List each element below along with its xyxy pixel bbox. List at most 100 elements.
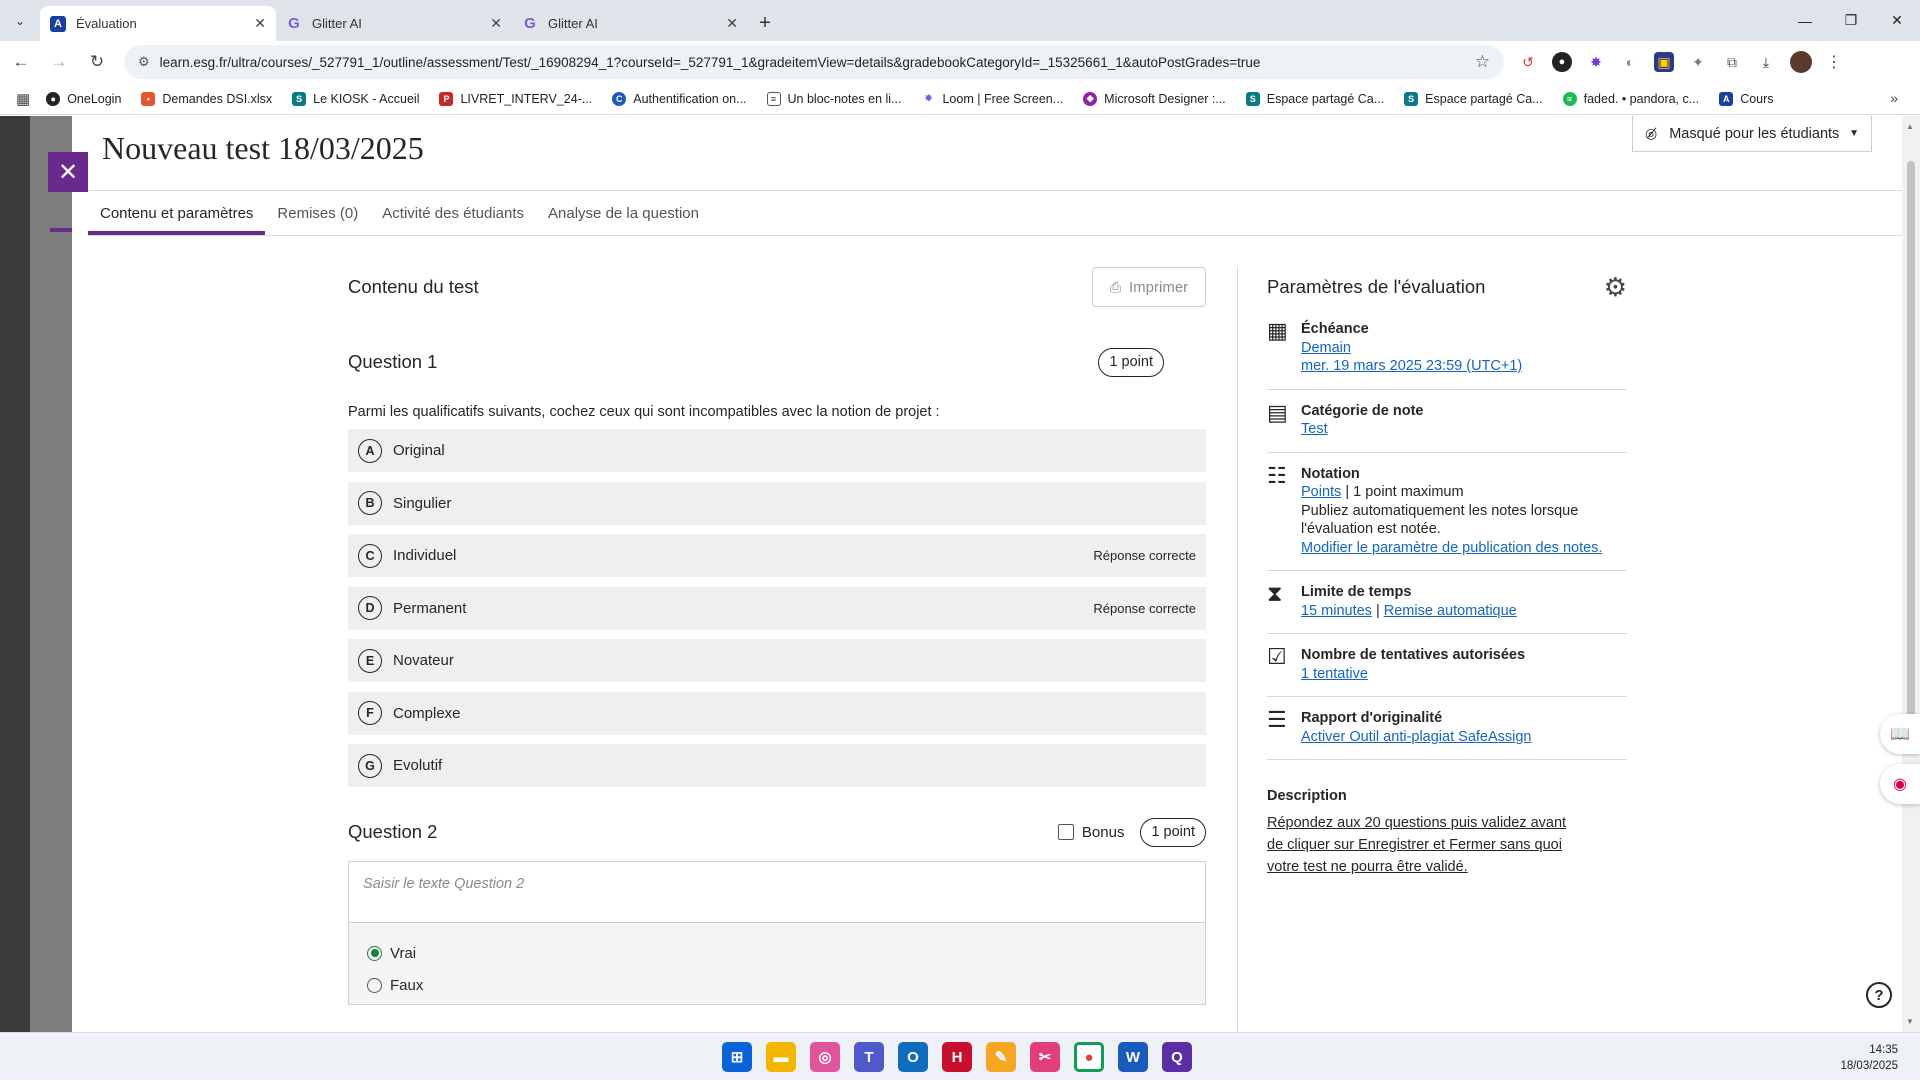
teams-icon[interactable]: T <box>854 1042 884 1072</box>
bookmark-item[interactable]: ✸ Loom | Free Screen... <box>921 91 1063 106</box>
extension-icon[interactable]: ✸ <box>1586 52 1606 72</box>
post-grades-link[interactable]: Modifier le paramètre de publication des… <box>1301 540 1602 556</box>
question-1-text[interactable]: Parmi les qualificatifs suivants, cochez… <box>348 404 1206 420</box>
bookmark-item[interactable]: ◆ Microsoft Designer :... <box>1083 91 1226 106</box>
restore-icon[interactable]: ❐ <box>1828 0 1874 41</box>
quickassist-icon[interactable]: Q <box>1162 1042 1192 1072</box>
h-app-icon[interactable]: H <box>942 1042 972 1072</box>
due-relative-link[interactable]: Demain <box>1301 340 1351 356</box>
file-explorer-icon[interactable]: ▬ <box>766 1042 796 1072</box>
visibility-dropdown[interactable]: ◎̸ Masqué pour les étudiants ▼ <box>1632 116 1872 152</box>
outlook-icon[interactable]: O <box>898 1042 928 1072</box>
bookmark-item[interactable]: S Le KIOSK - Accueil <box>292 91 419 106</box>
chrome-icon[interactable]: ● <box>1074 1042 1104 1072</box>
bookmark-item[interactable]: S Espace partagé Ca... <box>1404 91 1543 106</box>
reload-icon[interactable]: ↻ <box>80 45 114 79</box>
tab-submissions[interactable]: Remises (0) <box>265 191 370 235</box>
question-2-points[interactable]: 1 point <box>1140 817 1206 847</box>
download-icon[interactable]: ⤓ <box>1756 52 1776 72</box>
glitter-favicon-icon: G <box>288 15 300 32</box>
description-text[interactable]: Répondez aux 20 questions puis validez a… <box>1267 812 1567 878</box>
tab-search-icon[interactable]: ⌄ <box>0 0 40 41</box>
bookmark-item[interactable]: ● OneLogin <box>46 91 121 106</box>
bookmark-item[interactable]: P LIVRET_INTERV_24-... <box>439 91 592 106</box>
attempts-link[interactable]: 1 tentative <box>1301 666 1368 682</box>
page-scrollbar[interactable]: ▲ ▼ <box>1902 116 1920 1032</box>
answer-option[interactable]: A Original <box>348 429 1206 472</box>
option-false[interactable]: Faux <box>367 969 1187 1001</box>
minimize-icon[interactable]: — <box>1782 0 1828 41</box>
answer-option[interactable]: G Evolutif <box>348 744 1206 787</box>
print-button[interactable]: ⎙ Imprimer <box>1092 267 1206 307</box>
browser-menu-icon[interactable]: ⋮ <box>1826 52 1842 72</box>
due-date-link[interactable]: mer. 19 mars 2025 23:59 (UTC+1) <box>1301 358 1522 374</box>
browser-tab-evaluation[interactable]: A Évaluation ✕ <box>40 6 276 41</box>
extensions-puzzle-icon[interactable]: ⧉ <box>1722 52 1742 72</box>
radio-unselected[interactable] <box>367 977 382 993</box>
bookmark-item[interactable]: S Espace partagé Ca... <box>1245 91 1384 106</box>
extension-icon[interactable]: ↺ <box>1518 52 1538 72</box>
document-icon: ▤ <box>1267 399 1288 425</box>
question-2-text-input[interactable]: Saisir le texte Question 2 <box>348 861 1206 923</box>
help-icon[interactable]: ? <box>1866 982 1892 1008</box>
answer-option[interactable]: B Singulier <box>348 481 1206 525</box>
close-panel-button[interactable]: ✕ <box>48 152 88 192</box>
forward-icon[interactable]: → <box>42 45 76 79</box>
question-1-points[interactable]: 1 point <box>1098 347 1164 377</box>
bookmark-item[interactable]: ▪ Demandes DSI.xlsx <box>141 91 272 106</box>
answer-option[interactable]: D Permanent Réponse correcte <box>348 586 1206 630</box>
tab-question-analysis[interactable]: Analyse de la question <box>536 191 711 235</box>
profile-avatar[interactable] <box>1790 51 1812 73</box>
auto-submit-link[interactable]: Remise automatique <box>1384 603 1517 619</box>
points-link[interactable]: Points <box>1301 484 1341 500</box>
gear-icon[interactable]: ⚙ <box>1604 272 1627 303</box>
close-tab-icon[interactable]: ✕ <box>254 15 266 32</box>
system-clock[interactable]: 14:35 18/03/2025 <box>1840 1042 1898 1074</box>
reader-book-icon[interactable]: 📖 <box>1880 714 1920 754</box>
close-tab-icon[interactable]: ✕ <box>726 15 738 32</box>
category-link[interactable]: Test <box>1301 421 1328 437</box>
radio-selected[interactable] <box>367 945 382 961</box>
scroll-down-icon[interactable]: ▼ <box>1906 1017 1914 1026</box>
site-info-icon[interactable]: ⚙ <box>138 54 150 70</box>
scroll-up-icon[interactable]: ▲ <box>1906 122 1914 131</box>
setting-grade-category: ▤ Catégorie de note Test <box>1267 390 1627 453</box>
apps-grid-icon[interactable]: ▦ <box>16 90 30 108</box>
scroll-thumb[interactable] <box>1907 161 1915 721</box>
safeassign-link[interactable]: Activer Outil anti-plagiat SafeAssign <box>1301 729 1532 745</box>
bookmark-item[interactable]: A Cours <box>1719 91 1774 106</box>
extension-icon[interactable]: ▣ <box>1654 52 1674 72</box>
url-text[interactable]: learn.esg.fr/ultra/courses/_527791_1/out… <box>160 55 1475 70</box>
snipping-tool-icon[interactable]: ✂ <box>1030 1042 1060 1072</box>
answer-option[interactable]: F Complexe <box>348 691 1206 735</box>
setting-grading: ☷ Notation Points | 1 point maximum Publ… <box>1267 453 1627 571</box>
bookmark-item[interactable]: ≡ Un bloc-notes en li... <box>766 91 901 106</box>
windows-start-icon[interactable]: ⊞ <box>722 1042 752 1072</box>
accessibility-palette-icon[interactable]: ◉ <box>1880 764 1920 804</box>
extension-icon[interactable]: ● <box>1552 52 1572 72</box>
grading-text: Publiez automatiquement les notes lorsqu… <box>1301 502 1579 538</box>
option-true[interactable]: Vrai <box>367 937 1187 969</box>
url-bar[interactable]: ⚙ learn.esg.fr/ultra/courses/_527791_1/o… <box>124 45 1504 79</box>
extension-icon[interactable]: ◐ <box>1620 52 1640 72</box>
back-icon[interactable]: ← <box>4 45 38 79</box>
tab-content-settings[interactable]: Contenu et paramètres <box>88 191 266 235</box>
word-icon[interactable]: W <box>1118 1042 1148 1072</box>
more-bookmarks-icon[interactable]: » <box>1890 90 1898 106</box>
bonus-checkbox[interactable] <box>1057 824 1074 840</box>
pen-app-icon[interactable]: ✎ <box>986 1042 1016 1072</box>
close-tab-icon[interactable]: ✕ <box>490 15 502 32</box>
new-tab-button[interactable]: + <box>748 6 782 41</box>
bookmark-item[interactable]: ≈ faded. • pandora, c... <box>1562 91 1699 106</box>
photos-icon[interactable]: ◎ <box>810 1042 840 1072</box>
browser-tab-glitter-2[interactable]: G Glitter AI ✕ <box>512 6 748 41</box>
answer-option[interactable]: E Novateur <box>348 639 1206 682</box>
close-window-icon[interactable]: ✕ <box>1874 0 1920 41</box>
bookmark-star-icon[interactable]: ☆ <box>1475 52 1490 72</box>
answer-option[interactable]: C Individuel Réponse correcte <box>348 534 1206 577</box>
time-limit-link[interactable]: 15 minutes <box>1301 603 1372 619</box>
bookmark-item[interactable]: C Authentification on... <box>612 91 747 106</box>
tab-student-activity[interactable]: Activité des étudiants <box>370 191 536 235</box>
extension-icon[interactable]: ✦ <box>1688 52 1708 72</box>
browser-tab-glitter-1[interactable]: G Glitter AI ✕ <box>276 6 512 41</box>
